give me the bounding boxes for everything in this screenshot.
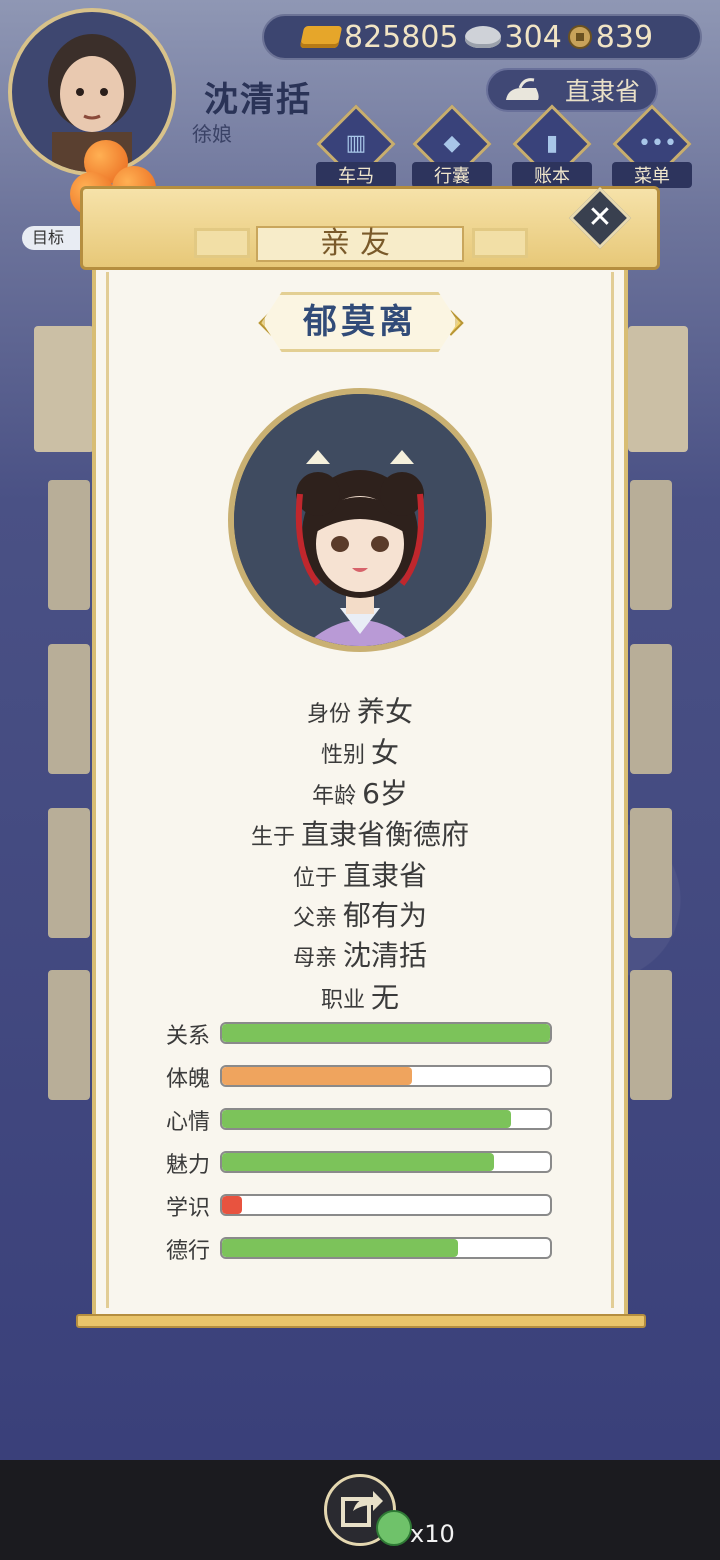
bag-label: 行囊: [412, 162, 492, 188]
gold-currency: 825805: [299, 19, 459, 55]
copper-coin-icon: [567, 25, 592, 49]
player-role: 徐娘: [192, 122, 232, 146]
bag-button[interactable]: ◆ 行囊: [412, 104, 492, 188]
stat-bar: [220, 1194, 552, 1216]
info-row-birthplace: 生于 直隶省衡德府: [92, 813, 628, 853]
info-value: 女: [371, 736, 400, 769]
bg-card: [630, 808, 672, 938]
info-key: 母亲: [292, 946, 337, 971]
stat-label: 体魄: [166, 1067, 211, 1092]
stat-fill: [222, 1067, 413, 1085]
stat-label: 关系: [166, 1024, 211, 1049]
stat-fill: [222, 1153, 495, 1171]
bg-card: [48, 808, 90, 938]
info-value: 直隶省: [343, 859, 428, 892]
jade-frog-icon: [376, 1510, 412, 1546]
gold-value: 825805: [344, 19, 459, 55]
bg-card: [630, 644, 672, 774]
silver-currency: 304: [464, 19, 562, 55]
gold-ingot-icon: [299, 26, 343, 48]
girl-portrait-icon: [234, 394, 486, 646]
header-ornament: [194, 228, 250, 258]
stat-physique: 体魄: [166, 1065, 556, 1092]
info-row-occupation: 职业无: [92, 976, 628, 1016]
close-icon[interactable]: ✕: [578, 196, 622, 240]
carriage-button[interactable]: ▥ 车马: [316, 104, 396, 188]
more-menu-button[interactable]: ••• 菜单: [612, 104, 692, 188]
dialog-title: 亲友: [256, 226, 464, 262]
character-portrait: [228, 388, 492, 652]
info-value: 郁有为: [343, 899, 428, 932]
stat-bar: [220, 1022, 552, 1044]
character-name: 郁莫离: [262, 292, 458, 352]
ledger-button[interactable]: ▮ 账本: [512, 104, 592, 188]
carriage-label: 车马: [316, 162, 396, 188]
player-name: 沈清括: [204, 80, 312, 120]
info-key: 位于: [292, 866, 337, 891]
stat-bar: [220, 1237, 552, 1259]
info-value: 沈清括: [343, 939, 428, 972]
coin-currency: 839: [567, 19, 654, 55]
scroll-bottom-rod: [76, 1314, 646, 1328]
ledger-icon: ▮: [545, 131, 559, 156]
stat-virtue: 德行: [166, 1237, 556, 1264]
info-value: 直隶省衡德府: [301, 818, 470, 851]
stat-fill: [222, 1110, 511, 1128]
bg-card: [34, 326, 94, 452]
stat-charm: 魅力: [166, 1151, 556, 1178]
info-row-father: 父亲 郁有为: [92, 894, 628, 934]
info-key: 性别: [320, 743, 365, 768]
info-row-mother: 母亲 沈清括: [92, 934, 628, 974]
stat-label: 魅力: [166, 1153, 211, 1178]
info-value: 无: [371, 981, 400, 1014]
stat-bar: [220, 1108, 552, 1130]
stat-label: 学识: [166, 1196, 211, 1221]
stat-bar: [220, 1065, 552, 1087]
info-key: 年龄: [312, 784, 357, 809]
bg-card: [628, 326, 688, 452]
stat-label: 心情: [166, 1110, 211, 1135]
header-ornament: [472, 228, 528, 258]
bag-icon: ◆: [443, 131, 461, 156]
info-row-gender: 性别女: [92, 731, 628, 771]
carriage-icon: ▥: [345, 131, 367, 156]
stat-relationship: 关系: [166, 1022, 556, 1049]
stat-fill: [222, 1239, 459, 1257]
bg-card: [48, 970, 90, 1100]
info-key: 父亲: [292, 906, 337, 931]
province-button[interactable]: 直隶省: [486, 68, 658, 112]
info-row-location: 位于 直隶省: [92, 854, 628, 894]
currency-bar: 825805 304 839: [262, 14, 702, 60]
more-menu-label: 菜单: [612, 162, 692, 188]
info-value: 6岁: [362, 777, 408, 810]
info-key: 生于: [250, 825, 295, 850]
stat-fill: [222, 1196, 242, 1214]
info-row-age: 年龄 6岁: [92, 772, 628, 812]
silver-ingot-icon: [464, 26, 501, 48]
bg-card: [48, 480, 90, 610]
coin-value: 839: [595, 19, 654, 55]
info-key: 身份: [306, 702, 351, 727]
official-seal-icon: [506, 78, 539, 100]
stat-bar: [220, 1151, 552, 1173]
stat-mood: 心情: [166, 1108, 556, 1135]
stat-fill: [222, 1024, 550, 1042]
info-row-identity: 身份 养女: [92, 690, 628, 730]
stat-label: 德行: [166, 1239, 211, 1264]
info-key: 职业: [320, 988, 365, 1013]
more-icon: •••: [638, 131, 677, 156]
stat-knowledge: 学识: [166, 1194, 556, 1221]
info-value: 养女: [357, 695, 414, 728]
bg-card: [48, 644, 90, 774]
bg-card: [630, 970, 672, 1100]
bg-card: [630, 480, 672, 610]
silver-value: 304: [504, 19, 562, 55]
ledger-label: 账本: [512, 162, 592, 188]
province-label: 直隶省: [564, 77, 640, 106]
reward-count: x10: [410, 1520, 455, 1548]
